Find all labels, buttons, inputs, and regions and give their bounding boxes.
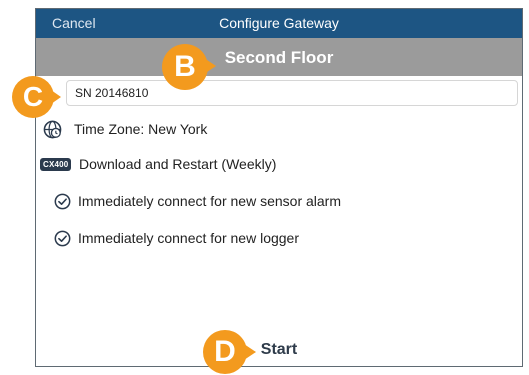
location-header: Second Floor	[36, 38, 522, 76]
callout-b: B	[162, 44, 208, 90]
check-circle-icon	[53, 192, 71, 210]
time-zone-label: Time Zone: New York	[74, 121, 208, 137]
callout-d: D	[203, 330, 247, 374]
navigation-bar: Cancel Configure Gateway	[36, 9, 522, 38]
check-circle-icon	[53, 229, 71, 247]
serial-number-field[interactable]	[66, 80, 518, 106]
page-title: Configure Gateway	[219, 15, 339, 31]
start-button[interactable]: Start	[36, 341, 522, 359]
sensor-alarm-label: Immediately connect for new sensor alarm	[78, 193, 341, 209]
sensor-alarm-row[interactable]: Immediately connect for new sensor alarm	[36, 189, 522, 213]
new-logger-label: Immediately connect for new logger	[78, 230, 299, 246]
download-restart-label: Download and Restart (Weekly)	[79, 156, 277, 172]
download-restart-row[interactable]: CX400 Download and Restart (Weekly)	[36, 152, 522, 176]
new-logger-row[interactable]: Immediately connect for new logger	[36, 226, 522, 250]
time-zone-row[interactable]: Time Zone: New York	[36, 117, 522, 141]
callout-c: C	[12, 76, 54, 118]
gateway-config-panel: Cancel Configure Gateway Second Floor Ti…	[35, 8, 523, 367]
cx400-badge-icon: CX400	[40, 157, 72, 171]
globe-clock-icon	[42, 119, 62, 139]
location-title: Second Floor	[224, 48, 334, 67]
